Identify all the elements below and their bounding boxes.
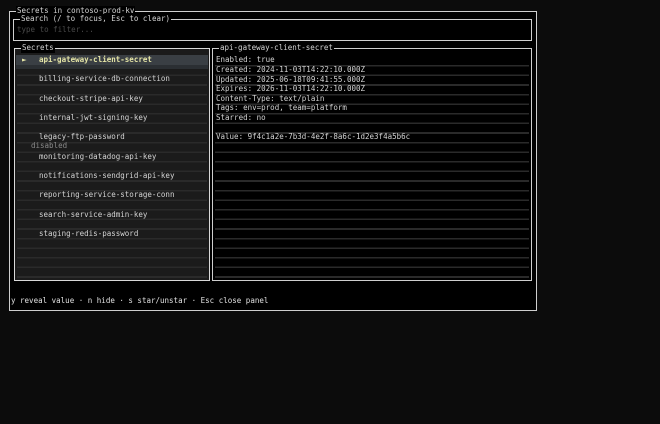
- list-item-search-service-admin-key[interactable]: search-service-admin-key: [16, 210, 208, 220]
- search-input[interactable]: type to filter...: [17, 25, 94, 35]
- list-item-billing-service-db-connection[interactable]: billing-service-db-connection: [16, 74, 208, 84]
- selection-arrow-icon: ►: [22, 55, 27, 64]
- detail-enabled: Enabled: true: [216, 55, 275, 64]
- list-item-api-gateway-client-secret[interactable]: ► api-gateway-client-secret: [16, 55, 208, 65]
- detail-created: Created: 2024-11-03T14:22:10.000Z: [216, 65, 366, 74]
- list-item-label: checkout-stripe-api-key: [39, 94, 143, 103]
- list-item-label: notifications-sendgrid-api-key: [39, 171, 175, 180]
- detail-starred: Starred: no: [216, 113, 266, 122]
- list-item-label: monitoring-datadog-api-key: [39, 152, 157, 161]
- list-item-checkout-stripe-api-key[interactable]: checkout-stripe-api-key: [16, 94, 208, 104]
- list-item-reporting-service-storage-conn[interactable]: reporting-service-storage-conn: [16, 190, 208, 200]
- list-background: [17, 57, 207, 278]
- list-item-label: internal-jwt-signing-key: [39, 113, 148, 122]
- secret-details-panel: api-gateway-client-secret Enabled: true …: [212, 43, 532, 281]
- detail-value[interactable]: Value: 9f4c1a2e-7b3d-4e2f-8a6c-1d2e3f4a5…: [216, 132, 410, 142]
- list-item-label: billing-service-db-connection: [39, 74, 170, 83]
- search-label: Search (/ to focus, Esc to clear): [20, 14, 172, 24]
- secrets-list-title: Secrets: [21, 43, 55, 53]
- details-title: api-gateway-client-secret: [219, 43, 334, 53]
- list-item-label: reporting-service-storage-conn: [39, 190, 175, 199]
- list-item-label: api-gateway-client-secret: [39, 55, 152, 64]
- list-item-legacy-ftp-password[interactable]: legacy-ftp-password disabled: [16, 132, 208, 150]
- secrets-list: Secrets ► api-gateway-client-secret bill…: [14, 43, 210, 281]
- list-item-label: staging-redis-password: [39, 229, 139, 238]
- disabled-status-label: disabled: [31, 141, 68, 150]
- list-item-staging-redis-password[interactable]: staging-redis-password: [16, 229, 208, 239]
- detail-expires: Expires: 2026-11-03T14:22:10.000Z: [216, 84, 366, 93]
- list-item-label: search-service-admin-key: [39, 210, 148, 219]
- key-hints-statusbar: y reveal value · n hide · s star/unstar …: [11, 296, 269, 305]
- selection-band: [16, 65, 208, 69]
- list-item-notifications-sendgrid-api-key[interactable]: notifications-sendgrid-api-key: [16, 171, 208, 181]
- list-item-monitoring-datadog-api-key[interactable]: monitoring-datadog-api-key: [16, 152, 208, 162]
- detail-tags: Tags: env=prod, team=platform: [216, 103, 347, 112]
- search-box[interactable]: Search (/ to focus, Esc to clear) type t…: [13, 14, 532, 41]
- list-item-internal-jwt-signing-key[interactable]: internal-jwt-signing-key: [16, 113, 208, 123]
